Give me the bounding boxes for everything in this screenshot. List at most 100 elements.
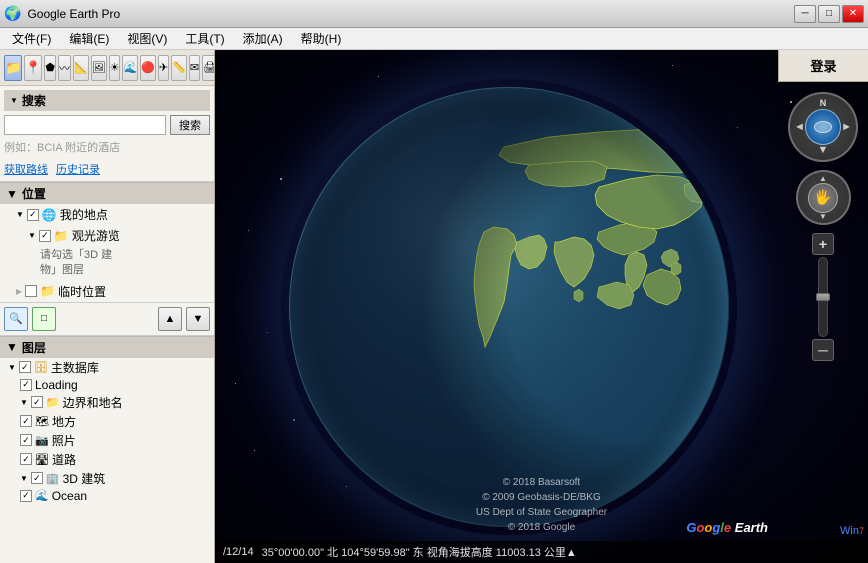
toolbar-email-btn[interactable]: ✉	[189, 55, 200, 81]
main-db-arrow: ▼	[8, 363, 16, 372]
status-bar: /12/14 35°00'00.00" 北 104°59'59.98" 东 视角…	[215, 541, 868, 563]
position-section-header[interactable]: ▼ 位置	[0, 182, 214, 204]
main-db-checkbox[interactable]: ✓	[19, 361, 31, 373]
login-bar: 登录	[778, 50, 868, 82]
window-controls: ─ □ ✕	[794, 5, 864, 23]
menu-item-help[interactable]: 帮助(H)	[293, 28, 350, 49]
3d-buildings-checkbox[interactable]: ✓	[31, 472, 43, 484]
borders-checkbox[interactable]: ✓	[31, 396, 43, 408]
menu-item-tools[interactable]: 工具(T)	[177, 28, 232, 49]
history-link[interactable]: 历史记录	[56, 161, 100, 177]
my-places-globe-icon: 🌐	[42, 208, 57, 222]
layer-3d-buildings[interactable]: ▼ ✓ 🏢 3D 建筑	[0, 469, 214, 488]
sightseeing-label: 观光游览	[72, 227, 120, 244]
toolbar-print-btn[interactable]: 🖨	[202, 55, 215, 81]
temp-places-checkbox[interactable]	[25, 285, 37, 297]
tilt-up-arrow: ▲	[819, 174, 827, 183]
layers-section-header[interactable]: ▼ 图层	[0, 336, 214, 358]
earth-globe[interactable]	[289, 87, 729, 527]
temp-places-label: 临时位置	[58, 283, 106, 300]
tilt-down-arrow: ▼	[819, 212, 827, 221]
toolbar-placemark-btn[interactable]: 📍	[24, 55, 42, 81]
toolbar-ocean-btn[interactable]: 🌊	[122, 55, 138, 81]
zoom-out-button[interactable]: ─	[812, 339, 834, 361]
search-arrow-icon: ▼	[10, 96, 18, 105]
nav-buttons-row: 🔍 □ ▲ ▼	[0, 302, 214, 336]
toolbar-path-btn[interactable]: 〰	[58, 55, 71, 81]
maximize-button[interactable]: □	[818, 5, 840, 23]
local-label: 地方	[52, 413, 76, 430]
toolbar-flight-btn[interactable]: ✈	[158, 55, 169, 81]
loading-checkbox[interactable]: ✓	[20, 379, 32, 391]
photos-icon: 📷	[35, 434, 49, 447]
sightseeing-checkbox[interactable]: ✓	[39, 230, 51, 242]
zoom-in-button[interactable]: +	[812, 233, 834, 255]
app-title: Google Earth Pro	[27, 7, 788, 21]
compass-left-arrow: ◄	[794, 121, 805, 133]
move-up-btn[interactable]: ▲	[158, 307, 182, 331]
toolbar-sun-btn[interactable]: ☀	[109, 55, 121, 81]
minimize-button[interactable]: ─	[794, 5, 816, 23]
search-section-header[interactable]: ▼ 搜索	[4, 90, 210, 111]
toolbar-ruler-btn[interactable]: 📏	[171, 55, 187, 81]
search-input[interactable]	[4, 115, 166, 135]
tree-item-temp-places[interactable]: ▶ 📁 临时位置	[0, 281, 214, 302]
layer-roads[interactable]: ✓ 🛣 道路	[0, 450, 214, 469]
search-hint: 例如：BCIA 附近的酒店	[4, 137, 210, 157]
toolbar-folder-btn[interactable]: 📁	[4, 55, 22, 81]
layer-main-db[interactable]: ▼ ✓ 🗄 主数据库	[0, 358, 214, 377]
compass-right-arrow: ►	[841, 121, 852, 133]
toolbar-polygon-btn[interactable]: ⬟	[44, 55, 56, 81]
local-checkbox[interactable]: ✓	[20, 415, 32, 427]
zoom-control: + ─	[812, 233, 834, 361]
menu-item-add[interactable]: 添加(A)	[235, 28, 291, 49]
layer-loading[interactable]: ✓ Loading	[0, 377, 214, 393]
map-area[interactable]: © 2018 Basarsoft © 2009 Geobasis-DE/BKG …	[215, 50, 868, 563]
status-coordinates: 35°00'00.00" 北 104°59'59.98" 东 视角海拔高度 11…	[262, 544, 577, 560]
app-icon: 🌍	[4, 5, 21, 22]
main-layout: 📁 📍 ⬟ 〰 📐 🖼 ☀ 🌊 🔴 ✈ 📏 ✉ 🖨 🎬 🗺 ▼ 搜索 搜	[0, 50, 868, 563]
search-section: ▼ 搜索 搜索 例如：BCIA 附近的酒店 获取路线 历史记录	[0, 86, 214, 182]
login-button[interactable]: 登录	[810, 56, 836, 75]
zoom-track[interactable]	[818, 257, 828, 337]
tree-item-3d-hint: 请勾选「3D 建物」图层	[0, 246, 214, 281]
tree-item-my-places[interactable]: ▼ ✓ 🌐 我的地点	[0, 204, 214, 225]
ocean-icon: 🌊	[35, 489, 49, 502]
main-db-label: 主数据库	[51, 359, 99, 376]
borders-arrow: ▼	[20, 398, 28, 407]
search-row: 搜索	[4, 115, 210, 135]
menu-item-view[interactable]: 视图(V)	[119, 28, 175, 49]
toolbar-image-btn[interactable]: 🖼	[91, 55, 107, 81]
layer-borders[interactable]: ▼ ✓ 📁 边界和地名	[0, 393, 214, 412]
tree-item-sightseeing[interactable]: ▼ ✓ 📁 观光游览	[0, 225, 214, 246]
zoom-thumb[interactable]	[816, 293, 830, 301]
tilt-control[interactable]: 🖐 ▲ ▼	[796, 170, 851, 225]
sightseeing-folder-icon: 📁	[54, 229, 69, 243]
close-button[interactable]: ✕	[842, 5, 864, 23]
menu-item-edit[interactable]: 编辑(E)	[61, 28, 117, 49]
my-places-label: 我的地点	[60, 206, 108, 223]
my-places-checkbox[interactable]: ✓	[27, 209, 39, 221]
menu-item-file[interactable]: 文件(F)	[4, 28, 59, 49]
layer-local[interactable]: ✓ 🗺 地方	[0, 412, 214, 431]
zoom-view-btn[interactable]: 🔍	[4, 307, 28, 331]
layer-photos[interactable]: ✓ 📷 照片	[0, 431, 214, 450]
photos-checkbox[interactable]: ✓	[20, 434, 32, 446]
map-view-btn[interactable]: □	[32, 307, 56, 331]
layers-arrow-icon: ▼	[6, 340, 18, 354]
main-db-icon: 🗄	[34, 361, 48, 374]
menubar: 文件(F) 编辑(E) 视图(V) 工具(T) 添加(A) 帮助(H)	[0, 28, 868, 50]
my-places-arrow: ▼	[16, 210, 24, 219]
roads-checkbox[interactable]: ✓	[20, 453, 32, 465]
earth-landmass-svg	[289, 87, 729, 527]
ocean-checkbox[interactable]: ✓	[20, 490, 32, 502]
toolbar-mars-btn[interactable]: 🔴	[140, 55, 156, 81]
toolbar: 📁 📍 ⬟ 〰 📐 🖼 ☀ 🌊 🔴 ✈ 📏 ✉ 🖨 🎬 🗺	[0, 50, 214, 86]
get-directions-link[interactable]: 获取路线	[4, 161, 48, 177]
search-button[interactable]: 搜索	[170, 115, 210, 135]
compass-ring[interactable]: N ◄ ► ▼	[788, 92, 858, 162]
toolbar-measure-btn[interactable]: 📐	[73, 55, 89, 81]
move-down-btn[interactable]: ▼	[186, 307, 210, 331]
sidebar: 📁 📍 ⬟ 〰 📐 🖼 ☀ 🌊 🔴 ✈ 📏 ✉ 🖨 🎬 🗺 ▼ 搜索 搜	[0, 50, 215, 563]
layer-ocean[interactable]: ✓ 🌊 Ocean	[0, 488, 214, 504]
